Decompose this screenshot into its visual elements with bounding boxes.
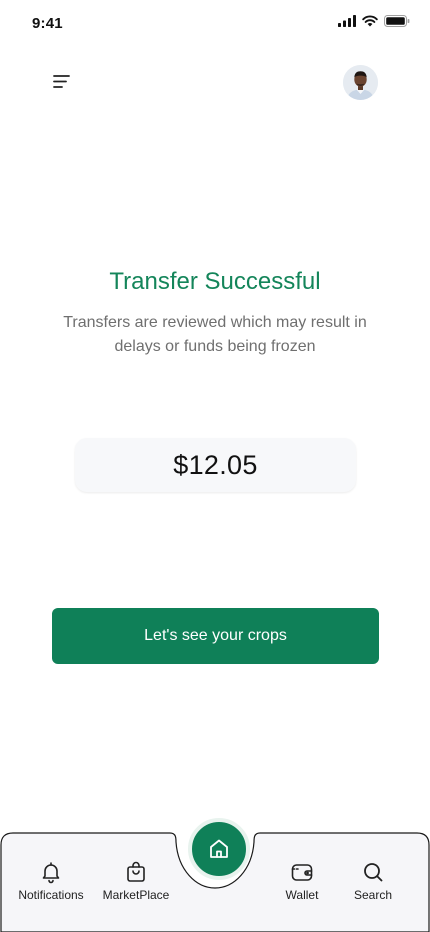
transfer-amount: $12.05: [173, 449, 258, 480]
status-bar: 9:41: [0, 0, 430, 48]
home-button[interactable]: [188, 818, 250, 880]
nav-label-marketplace: MarketPlace: [102, 888, 170, 902]
wifi-icon: [362, 15, 378, 27]
page-title: Transfer Successful: [109, 268, 321, 295]
hamburger-menu-icon: [53, 75, 70, 88]
avatar[interactable]: [343, 65, 378, 100]
cellular-signal-icon: [338, 15, 356, 27]
nav-item-search[interactable]: Search: [333, 860, 413, 902]
wallet-icon: [291, 864, 313, 881]
nav-item-notifications[interactable]: Notifications: [11, 860, 91, 902]
see-crops-button[interactable]: Let's see your crops: [52, 608, 379, 664]
search-icon: [364, 863, 383, 882]
battery-icon: [384, 15, 410, 27]
bell-icon: [42, 862, 60, 884]
home-icon: [210, 839, 228, 858]
nav-label-search: Search: [353, 888, 393, 902]
nav-label-notifications: Notifications: [18, 888, 84, 902]
menu-button[interactable]: [48, 70, 76, 94]
user-avatar: [343, 65, 378, 100]
status-time: 9:41: [32, 15, 63, 32]
amount-card: $12.05: [75, 438, 356, 492]
nav-item-wallet[interactable]: Wallet: [262, 860, 342, 902]
nav-item-marketplace[interactable]: MarketPlace: [96, 860, 176, 902]
nav-label-wallet: Wallet: [285, 888, 319, 902]
status-icons: [338, 15, 410, 27]
shopping-bag-icon: [127, 861, 145, 882]
transfer-notice-text: Transfers are reviewed which may result …: [63, 314, 367, 355]
